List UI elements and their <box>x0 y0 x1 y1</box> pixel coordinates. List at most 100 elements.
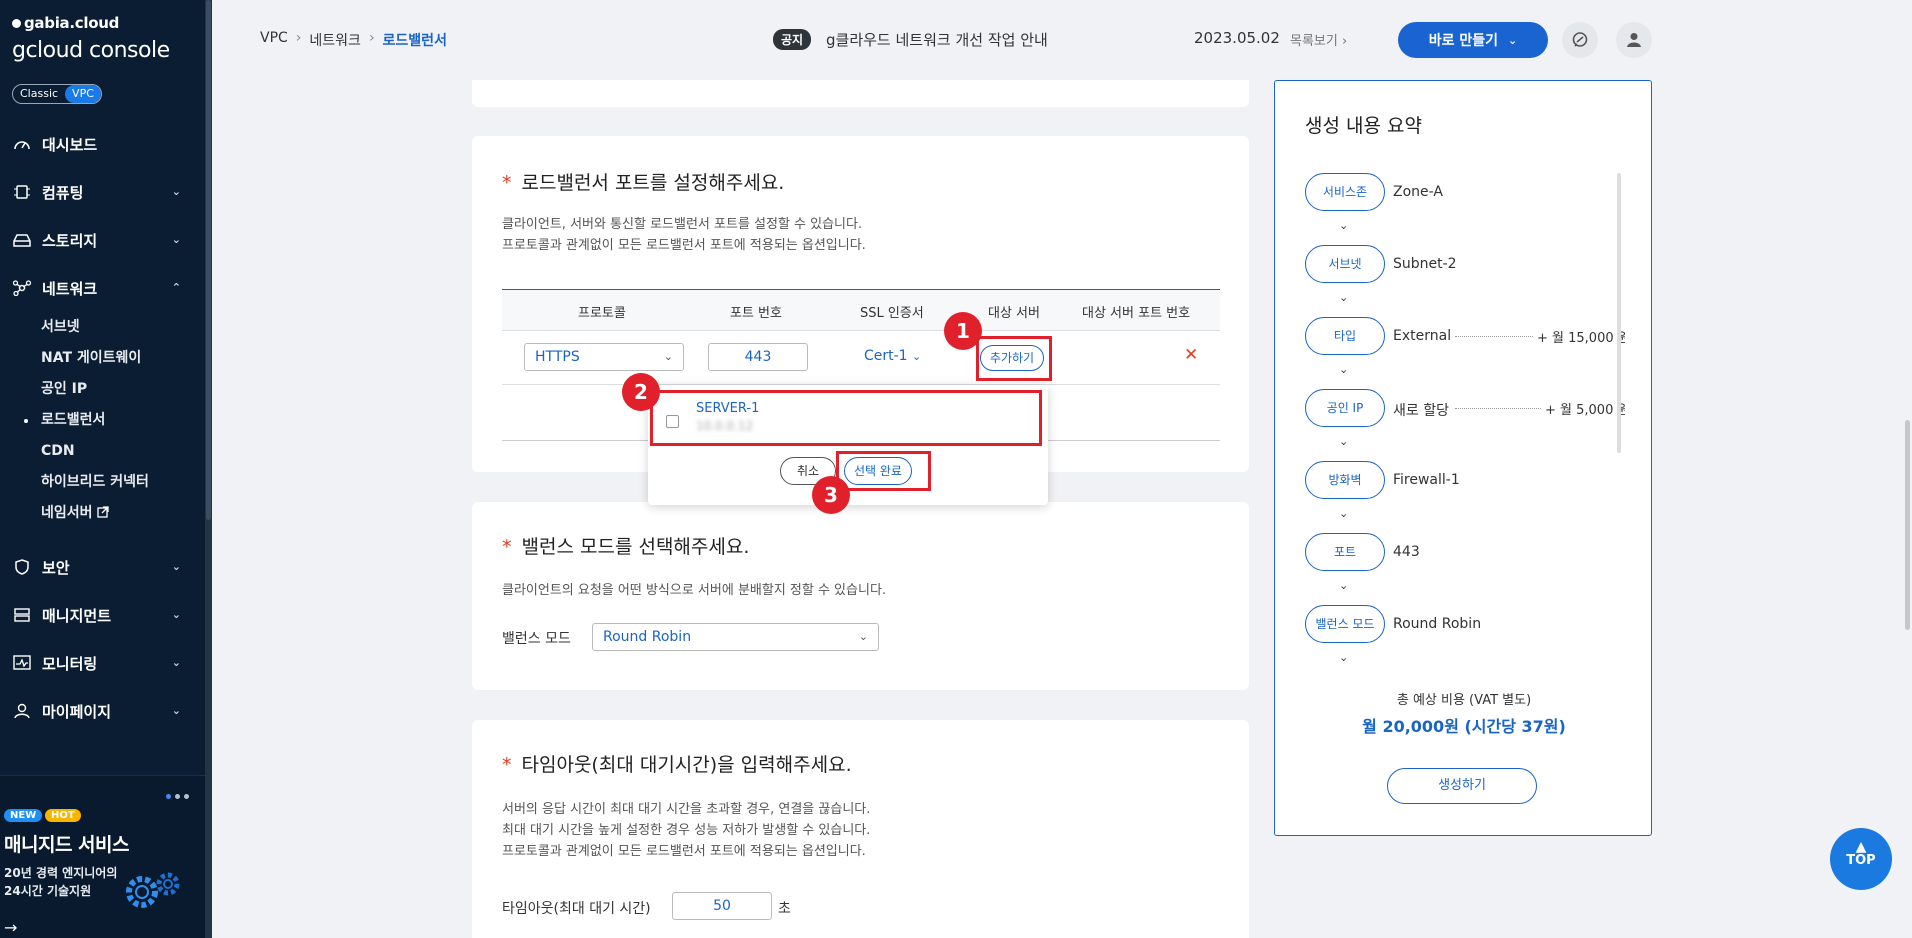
summary-list: 서비스존 Zone-A ⌄ 서브넷 Subnet-2 ⌄ 타입 External… <box>1305 173 1625 663</box>
badge-new: NEW <box>4 809 43 822</box>
timeout-unit: 초 <box>778 901 791 917</box>
summary-pill: 공인 IP <box>1305 389 1385 427</box>
chevron-down-icon: ⌄ <box>912 350 922 363</box>
summary-create-button[interactable]: 생성하기 <box>1387 768 1537 804</box>
sidebar-nav: 대시보드 컴퓨팅 ⌄ 스토리지 ⌄ 네트워크 ⌃ 서브넷 NAT 게이트웨이 공… <box>0 120 205 735</box>
sidebar-item-computing[interactable]: 컴퓨팅 ⌄ <box>0 168 205 216</box>
mode-vpc[interactable]: VPC <box>65 85 101 103</box>
highlight-box-1 <box>976 336 1052 381</box>
step-badge-3: 3 <box>812 476 850 514</box>
col-protocol: 프로토콜 <box>578 306 626 321</box>
promo-banner[interactable]: NEW HOT 매니지드 서비스 20년 경력 엔지니어의 24시간 기술지원 … <box>0 775 205 938</box>
total-cost-value: 월 20,000원 (시간당 37원) <box>1362 717 1566 736</box>
sidebar-scrollbar-thumb[interactable] <box>206 0 211 520</box>
summary-pill: 방화벽 <box>1305 461 1385 499</box>
breadcrumb-vpc[interactable]: VPC <box>260 30 288 50</box>
notice-list-link[interactable]: 목록보기 › <box>1290 30 1347 49</box>
sidebar-item-management[interactable]: 매니지먼트 ⌄ <box>0 591 205 639</box>
sidebar-item-label: 컴퓨팅 <box>42 183 84 202</box>
balance-section-title-text: 밸런스 모드를 선택해주세요. <box>521 536 750 558</box>
promo-pager[interactable] <box>166 794 189 799</box>
desc-line: 프로토콜과 관계없이 모든 로드밸런서 포트에 적용되는 옵션입니다. <box>502 844 866 859</box>
sidebar-sub-subnet[interactable]: 서브넷 <box>0 312 205 343</box>
logo-console[interactable]: gcloud console <box>12 38 170 63</box>
step-badge-2: 2 <box>622 373 660 411</box>
chevron-down-icon: ⌄ <box>1339 363 1349 376</box>
col-target-server: 대상 서버 <box>988 306 1040 321</box>
cert-value: Cert-1 <box>864 348 908 364</box>
sidebar-item-label: 스토리지 <box>42 231 98 250</box>
port-section-desc: 클라이언트, 서버와 통신할 로드밸런서 포트를 설정할 수 있습니다. 프로토… <box>502 214 866 256</box>
desc-line: 프로토콜과 관계없이 모든 로드밸런서 포트에 적용되는 옵션입니다. <box>502 238 866 253</box>
protocol-select[interactable]: HTTPS ⌄ <box>524 343 684 371</box>
promo-desc-line: 20년 경력 엔지니어의 <box>4 866 118 880</box>
timeout-input[interactable]: 50 <box>672 892 772 920</box>
sidebar-item-monitoring[interactable]: 모니터링 ⌄ <box>0 639 205 687</box>
breadcrumb-sep: › <box>295 30 302 46</box>
scroll-top-label: TOP <box>1846 853 1876 868</box>
sidebar-item-dashboard[interactable]: 대시보드 <box>0 120 205 168</box>
desc-line: 클라이언트, 서버와 통신할 로드밸런서 포트를 설정할 수 있습니다. <box>502 217 863 232</box>
quick-create-button[interactable]: 바로 만들기 ⌄ <box>1398 22 1548 58</box>
sidebar-item-security[interactable]: 보안 ⌄ <box>0 543 205 591</box>
sidebar-item-label: 모니터링 <box>42 654 98 673</box>
page-scrollbar-thumb[interactable] <box>1905 420 1910 630</box>
col-target-port: 대상 서버 포트 번호 <box>1082 306 1191 321</box>
breadcrumb-network[interactable]: 네트워크 <box>309 30 361 50</box>
sidebar-item-storage[interactable]: 스토리지 ⌄ <box>0 216 205 264</box>
summary-pill: 포트 <box>1305 533 1385 571</box>
breadcrumb-current: 로드밸런서 <box>382 33 447 49</box>
sidebar-sub-nameserver[interactable]: 네임서버 <box>0 498 205 529</box>
sidebar-item-mypage[interactable]: 마이페이지 ⌄ <box>0 687 205 735</box>
summary-item-public-ip: 공인 IP 새로 할당 + 월 5,000 원 ⌄ <box>1305 389 1625 448</box>
delete-row-icon[interactable]: ✕ <box>1184 345 1198 365</box>
sidebar-item-network[interactable]: 네트워크 ⌃ <box>0 264 205 312</box>
sidebar-item-label: 네트워크 <box>42 279 98 298</box>
desc-line: 최대 대기 시간을 높게 설정한 경우 성능 저하가 발생할 수 있습니다. <box>502 823 871 838</box>
chat-button[interactable] <box>1562 22 1598 58</box>
sidebar-sub-hybrid[interactable]: 하이브리드 커넥터 <box>0 467 205 498</box>
notice-date: 2023.05.02 <box>1194 29 1280 47</box>
chevron-down-icon: ⌄ <box>171 185 181 198</box>
balance-section-title: * 밸런스 모드를 선택해주세요. <box>502 536 750 558</box>
summary-item-balance: 밸런스 모드 Round Robin ⌄ <box>1305 605 1625 663</box>
previous-section-card <box>472 80 1249 107</box>
sidebar-sub-public-ip[interactable]: 공인 IP <box>0 374 205 405</box>
balance-mode-select[interactable]: Round Robin ⌄ <box>592 623 879 651</box>
chevron-down-icon: ⌄ <box>171 704 181 717</box>
summary-value: Subnet-2 <box>1393 256 1457 272</box>
mode-classic[interactable]: Classic <box>13 85 65 103</box>
sidebar-item-label: 매니지먼트 <box>42 606 112 625</box>
chevron-down-icon: ⌄ <box>1508 33 1518 47</box>
summary-pill: 타입 <box>1305 317 1385 355</box>
table-row: HTTPS ⌄ 443 Cert-1 ⌄ 추가하기 ✕ <box>502 331 1220 385</box>
summary-value: Zone-A <box>1393 184 1443 200</box>
chevron-down-icon: ⌄ <box>171 233 181 246</box>
scroll-top-button[interactable]: ▲ TOP <box>1830 828 1892 890</box>
logo-brand-text: gabia.cloud <box>24 14 120 32</box>
balance-mode-value: Round Robin <box>603 629 692 645</box>
total-cost-label: 총 예상 비용 (VAT 별도) <box>1396 693 1532 708</box>
step-badge-1: 1 <box>944 312 982 350</box>
sidebar-sub-cdn[interactable]: CDN <box>0 436 205 467</box>
chevron-up-icon: ⌃ <box>171 281 181 294</box>
promo-title: 매니지드 서비스 <box>4 834 129 856</box>
summary-scrollbar[interactable] <box>1617 173 1621 453</box>
logo-brand[interactable]: gabia.cloud <box>12 14 119 32</box>
sidebar-item-label: 대시보드 <box>42 135 98 154</box>
sidebar-sub-loadbalancer[interactable]: 로드밸런서 <box>0 405 205 436</box>
port-input[interactable]: 443 <box>708 343 808 371</box>
cert-select[interactable]: Cert-1 ⌄ <box>864 348 921 364</box>
notice-text[interactable]: g클라우드 네트워크 개선 작업 안내 <box>826 29 1048 50</box>
summary-leader-dots <box>1455 336 1533 337</box>
arrow-right-icon[interactable]: → <box>4 918 17 937</box>
profile-button[interactable] <box>1616 22 1652 58</box>
summary-item-subnet: 서브넷 Subnet-2 ⌄ <box>1305 245 1625 304</box>
sidebar-item-label: 마이페이지 <box>42 702 112 721</box>
mode-toggle[interactable]: Classic VPC <box>12 84 102 104</box>
sidebar-sub-nat[interactable]: NAT 게이트웨이 <box>0 343 205 374</box>
timeout-section-desc: 서버의 응답 시간이 최대 대기 시간을 초과할 경우, 연결을 끊습니다. 최… <box>502 799 870 862</box>
user-icon <box>12 701 32 721</box>
highlight-box-3 <box>836 451 931 491</box>
timeout-label: 타임아웃(최대 대기 시간) <box>502 901 651 917</box>
